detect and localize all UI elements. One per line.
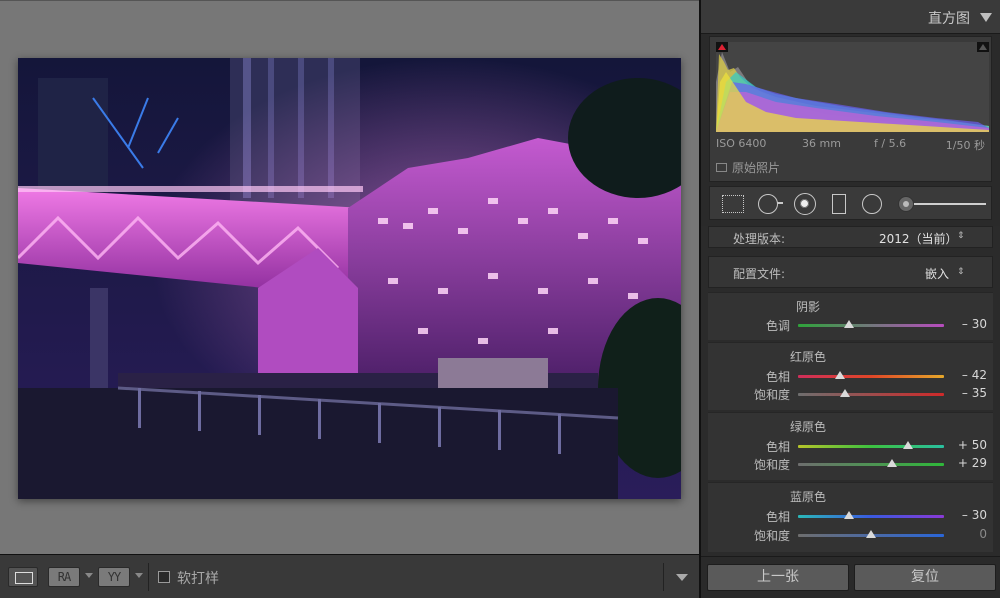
red-hue-slider-track[interactable] xyxy=(798,375,944,378)
exif-aperture: f / 5.6 xyxy=(874,137,907,150)
original-photo-checkbox[interactable] xyxy=(716,163,727,172)
red-primary-section: 红原色 色相 – 42 饱和度 – 35 xyxy=(708,342,993,410)
adjustment-brush-icon[interactable] xyxy=(898,196,914,212)
green-hue-slider-knob[interactable] xyxy=(902,441,913,449)
profile-label: 配置文件: xyxy=(733,267,786,281)
green-saturation-label: 饱和度 xyxy=(753,458,790,472)
exif-focal-length: 36 mm xyxy=(802,137,841,150)
process-label: 处理版本: xyxy=(733,232,786,246)
red-saturation-value[interactable]: – 35 xyxy=(941,386,987,400)
blue-hue-value[interactable]: – 30 xyxy=(941,508,987,522)
original-photo-label[interactable]: 原始照片 xyxy=(732,159,780,176)
red-eye-icon[interactable] xyxy=(794,193,816,215)
toolbar-divider xyxy=(148,563,149,591)
red-saturation-slider-track[interactable] xyxy=(798,393,944,396)
red-hue-slider-knob[interactable] xyxy=(835,371,846,379)
updown-arrows-icon[interactable]: ⇕ xyxy=(957,232,965,241)
red-saturation-label: 饱和度 xyxy=(753,388,790,402)
exif-shutter-speed: 1/50 秒 xyxy=(945,139,985,152)
reset-button[interactable]: 复位 xyxy=(854,564,996,591)
tool-strip xyxy=(709,186,992,220)
previous-button[interactable]: 上一张 xyxy=(707,564,849,591)
graduated-filter-icon[interactable] xyxy=(832,194,846,214)
adjustment-brush-track[interactable] xyxy=(906,203,986,205)
toolbar-menu-icon[interactable] xyxy=(676,574,688,581)
red-saturation-slider-knob[interactable] xyxy=(840,389,851,397)
section-title-shadows: 阴影 xyxy=(795,300,820,314)
chevron-down-icon[interactable] xyxy=(85,573,93,578)
highlight-clipping-indicator[interactable] xyxy=(977,42,989,52)
collapse-triangle-icon[interactable] xyxy=(980,13,992,22)
red-hue-value[interactable]: – 42 xyxy=(941,368,987,382)
green-saturation-slider-track[interactable] xyxy=(798,463,944,466)
loupe-view-button[interactable] xyxy=(8,567,38,587)
blue-saturation-value[interactable]: 0 xyxy=(941,527,987,541)
exif-iso: ISO 6400 xyxy=(716,137,767,150)
section-title-blue-primary: 蓝原色 xyxy=(789,490,826,504)
spot-removal-icon[interactable] xyxy=(758,194,783,214)
blue-hue-label: 色相 xyxy=(765,510,790,524)
green-saturation-slider-knob[interactable] xyxy=(887,459,898,467)
photo-preview[interactable] xyxy=(18,58,681,499)
histogram-graph[interactable] xyxy=(716,42,989,132)
softproof-checkbox[interactable] xyxy=(158,571,170,583)
section-title-green-primary: 绿原色 xyxy=(789,420,826,434)
profile-row[interactable]: 配置文件: 嵌入 ⇕ xyxy=(708,256,993,288)
crop-icon[interactable] xyxy=(722,195,744,213)
shadows-section: 阴影 色调 – 30 xyxy=(708,292,993,340)
updown-arrows-icon[interactable]: ⇕ xyxy=(957,268,965,277)
tint-value[interactable]: – 30 xyxy=(941,317,987,331)
before-after-left-right-button[interactable]: RA xyxy=(48,567,80,587)
tint-slider-knob[interactable] xyxy=(844,320,855,328)
histogram-plot xyxy=(716,52,989,132)
tint-slider-track[interactable] xyxy=(798,324,944,327)
develop-right-panel: 直方图 ISO 6400 36 mm f / 5.6 1/50 秒 原始照片 处… xyxy=(699,0,1000,598)
green-primary-section: 绿原色 色相 + 50 饱和度 + 29 xyxy=(708,412,993,480)
image-viewer[interactable] xyxy=(0,0,699,554)
bottom-toolbar: RA YY 软打样 xyxy=(0,554,699,598)
radial-filter-icon[interactable] xyxy=(862,194,882,214)
blue-saturation-slider-knob[interactable] xyxy=(866,530,876,538)
process-version-row[interactable]: 处理版本: 2012（当前） ⇕ xyxy=(708,226,993,248)
blue-hue-slider-track[interactable] xyxy=(798,515,944,518)
shadow-clipping-indicator[interactable] xyxy=(716,42,728,52)
tint-label: 色调 xyxy=(765,319,790,333)
histogram-panel: ISO 6400 36 mm f / 5.6 1/50 秒 原始照片 xyxy=(709,36,992,182)
blue-saturation-label: 饱和度 xyxy=(753,529,790,543)
section-title-red-primary: 红原色 xyxy=(789,350,826,364)
histogram-header[interactable]: 直方图 xyxy=(701,0,1000,34)
camera-calibration-panel: 处理版本: 2012（当前） ⇕ 配置文件: 嵌入 ⇕ 阴影 色调 – 30 红… xyxy=(701,226,1000,556)
green-hue-value[interactable]: + 50 xyxy=(941,438,987,452)
blue-primary-section: 蓝原色 色相 – 30 饱和度 0 xyxy=(708,482,993,552)
toolbar-divider xyxy=(663,563,664,591)
night-city-photo xyxy=(18,58,681,499)
green-hue-label: 色相 xyxy=(765,440,790,454)
navigation-buttons: 上一张 复位 xyxy=(701,556,1000,598)
green-saturation-value[interactable]: + 29 xyxy=(941,456,987,470)
before-after-top-bottom-button[interactable]: YY xyxy=(98,567,130,587)
profile-value[interactable]: 嵌入 xyxy=(925,265,949,282)
histogram-title: 直方图 xyxy=(928,11,970,27)
process-value[interactable]: 2012（当前） xyxy=(879,230,958,247)
softproof-label[interactable]: 软打样 xyxy=(177,568,219,588)
green-hue-slider-track[interactable] xyxy=(798,445,944,448)
chevron-down-icon[interactable] xyxy=(135,573,143,578)
red-hue-label: 色相 xyxy=(765,370,790,384)
blue-hue-slider-knob[interactable] xyxy=(844,511,855,519)
